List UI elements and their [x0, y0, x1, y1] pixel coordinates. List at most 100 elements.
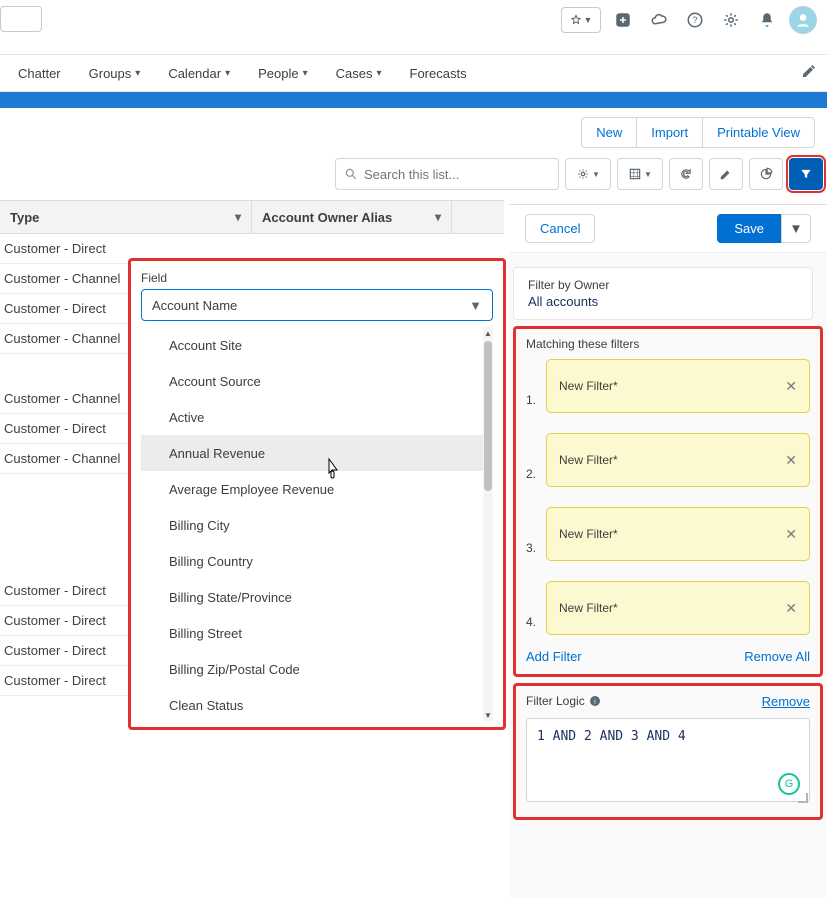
filter-chip-label: New Filter* — [559, 527, 618, 541]
gear-icon — [576, 167, 590, 181]
field-option[interactable]: Account Site — [141, 327, 483, 363]
filter-row: 1. New Filter* ✕ — [526, 359, 810, 413]
nav-chatter[interactable]: Chatter — [14, 60, 65, 87]
table-icon — [628, 167, 642, 181]
field-option[interactable]: Billing State/Province — [141, 579, 483, 615]
column-owner-alias[interactable]: Account Owner Alias▾ — [252, 201, 452, 233]
column-type[interactable]: Type▾ — [0, 201, 252, 233]
filter-panel-header: Cancel Save ▼ — [509, 205, 827, 253]
setup-button[interactable] — [717, 6, 745, 34]
filter-number: 4. — [526, 615, 540, 635]
object-nav-bar: Chatter Groups▾ Calendar▾ People▾ Cases▾… — [0, 54, 827, 92]
refresh-button[interactable] — [669, 158, 703, 190]
field-options-list: Account Site Account Source Active Annua… — [141, 327, 493, 721]
filter-chip[interactable]: New Filter* ✕ — [546, 581, 810, 635]
nav-forecasts[interactable]: Forecasts — [406, 60, 471, 87]
filter-number: 2. — [526, 467, 540, 487]
filter-logic-input[interactable] — [526, 718, 810, 802]
nav-people[interactable]: People▾ — [254, 60, 312, 87]
column-extra — [452, 201, 504, 233]
scrollbar-thumb[interactable] — [484, 341, 492, 491]
nav-groups[interactable]: Groups▾ — [85, 60, 145, 87]
remove-filter-icon[interactable]: ✕ — [785, 600, 797, 617]
chevron-down-icon[interactable]: ▾ — [435, 210, 441, 224]
filter-by-owner-label: Filter by Owner — [528, 278, 798, 292]
scroll-up-icon[interactable]: ▲ — [483, 327, 493, 339]
remove-filter-icon[interactable]: ✕ — [785, 378, 797, 395]
header-blue-strip — [0, 92, 827, 108]
save-button-group: Save ▼ — [717, 214, 811, 243]
salesforce-cloud-button[interactable] — [645, 6, 673, 34]
remove-all-link[interactable]: Remove All — [744, 649, 810, 664]
notifications-button[interactable] — [753, 6, 781, 34]
remove-filter-icon[interactable]: ✕ — [785, 452, 797, 469]
app-search-empty[interactable] — [0, 6, 42, 32]
nav-calendar[interactable]: Calendar▾ — [164, 60, 234, 87]
field-select[interactable]: Account Name ▼ — [141, 289, 493, 321]
help-button[interactable]: ? — [681, 6, 709, 34]
avatar-astro-icon — [793, 10, 813, 30]
field-option[interactable]: Annual Revenue — [141, 435, 483, 471]
field-option[interactable]: Billing Zip/Postal Code — [141, 651, 483, 687]
field-option[interactable]: Account Source — [141, 363, 483, 399]
list-toolbar: ▼ ▼ — [335, 158, 823, 190]
user-avatar[interactable] — [789, 6, 817, 34]
field-option[interactable]: Average Employee Revenue — [141, 471, 483, 507]
info-icon[interactable]: i — [589, 695, 601, 707]
field-option[interactable]: Billing Country — [141, 543, 483, 579]
field-option[interactable]: Active — [141, 399, 483, 435]
filter-icon — [799, 167, 813, 181]
filter-button[interactable] — [789, 158, 823, 190]
filter-panel: Cancel Save ▼ Filter by Owner All accoun… — [509, 204, 827, 898]
search-input[interactable] — [364, 167, 550, 182]
field-selected-value: Account Name — [152, 298, 237, 313]
list-settings-button[interactable]: ▼ — [565, 158, 611, 190]
textarea-resize-handle[interactable] — [798, 793, 808, 803]
nav-cases[interactable]: Cases▾ — [332, 60, 386, 87]
bell-icon — [758, 11, 776, 29]
field-option[interactable]: Billing City — [141, 507, 483, 543]
chevron-down-icon: ▾ — [376, 68, 381, 79]
matching-filters-heading: Matching these filters — [526, 337, 810, 351]
chevron-down-icon[interactable]: ▾ — [235, 210, 241, 224]
caret-down-icon: ▼ — [469, 298, 482, 313]
printable-view-button[interactable]: Printable View — [703, 118, 814, 147]
save-menu-button[interactable]: ▼ — [781, 214, 811, 243]
inline-edit-button[interactable] — [709, 158, 743, 190]
filter-by-owner-card[interactable]: Filter by Owner All accounts — [513, 267, 813, 320]
chart-button[interactable] — [749, 158, 783, 190]
options-scrollbar[interactable]: ▲ ▼ — [483, 327, 493, 721]
pie-chart-icon — [759, 167, 773, 181]
filter-chip[interactable]: New Filter* ✕ — [546, 359, 810, 413]
field-option[interactable]: Clean Status — [141, 687, 483, 721]
favorites-button[interactable]: ▼ — [561, 7, 601, 33]
grammarly-icon[interactable]: G — [778, 773, 800, 795]
add-button[interactable] — [609, 6, 637, 34]
scroll-down-icon[interactable]: ▼ — [483, 709, 493, 721]
filter-row: 3. New Filter* ✕ — [526, 507, 810, 561]
add-filter-link[interactable]: Add Filter — [526, 649, 582, 664]
remove-filter-icon[interactable]: ✕ — [785, 526, 797, 543]
chevron-down-icon: ▾ — [225, 68, 230, 79]
refresh-icon — [679, 167, 693, 181]
filter-number: 1. — [526, 393, 540, 413]
save-button[interactable]: Save — [717, 214, 781, 243]
filter-chip-label: New Filter* — [559, 379, 618, 393]
display-as-button[interactable]: ▼ — [617, 158, 663, 190]
svg-text:i: i — [594, 698, 596, 706]
field-option[interactable]: Billing Street — [141, 615, 483, 651]
cancel-button[interactable]: Cancel — [525, 214, 595, 243]
question-icon: ? — [686, 11, 704, 29]
svg-text:?: ? — [692, 15, 697, 25]
filter-by-owner-value: All accounts — [528, 294, 798, 309]
filter-chip[interactable]: New Filter* ✕ — [546, 433, 810, 487]
filter-chip-label: New Filter* — [559, 601, 618, 615]
new-button[interactable]: New — [582, 118, 637, 147]
filter-chip[interactable]: New Filter* ✕ — [546, 507, 810, 561]
remove-logic-link[interactable]: Remove — [762, 694, 810, 709]
edit-nav-button[interactable] — [801, 63, 817, 79]
list-search[interactable] — [335, 158, 559, 190]
import-button[interactable]: Import — [637, 118, 703, 147]
caret-down-icon: ▼ — [789, 221, 802, 236]
filter-chip-label: New Filter* — [559, 453, 618, 467]
